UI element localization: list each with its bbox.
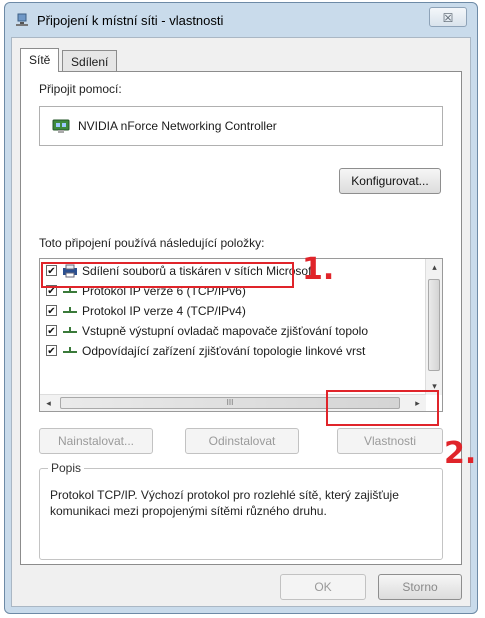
item-checkbox[interactable]: ✔: [46, 305, 57, 317]
network-protocol-icon: [63, 327, 77, 333]
adapter-field: NVIDIA nForce Networking Controller: [39, 106, 443, 146]
connect-using-label: Připojit pomocí:: [39, 82, 122, 96]
window-title: Připojení k místní síti - vlastnosti: [37, 13, 224, 28]
network-connection-icon: [16, 13, 28, 26]
items-label: Toto připojení používá následující polož…: [39, 236, 265, 250]
scroll-up-icon[interactable]: ▴: [426, 259, 442, 276]
network-protocol-icon: [63, 347, 77, 353]
description-legend: Popis: [48, 461, 85, 475]
configure-button[interactable]: Konfigurovat...: [339, 168, 441, 194]
uninstall-button[interactable]: Odinstalovat: [185, 428, 299, 454]
item-checkbox[interactable]: ✔: [46, 325, 57, 337]
ok-button[interactable]: OK: [280, 574, 366, 600]
title-bar[interactable]: Připojení k místní síti - vlastnosti ☒: [5, 3, 477, 37]
list-item[interactable]: ✔ Odpovídající zařízení zjišťování topol…: [40, 341, 424, 361]
step1-label: 1.: [302, 252, 335, 287]
network-protocol-icon: [63, 307, 77, 313]
properties-button[interactable]: Vlastnosti: [337, 428, 443, 454]
dialog-body: Sítě Sdílení Připojit pomocí: NVIDIA nFo…: [11, 37, 471, 607]
network-adapter-icon: [52, 119, 70, 133]
close-button[interactable]: ☒: [429, 7, 467, 27]
adapter-name: NVIDIA nForce Networking Controller: [78, 119, 277, 133]
install-button[interactable]: Nainstalovat...: [39, 428, 153, 454]
list-item-selected[interactable]: ✔ Protokol IP verze 4 (TCP/IPv4): [40, 301, 424, 321]
item-label: Odpovídající zařízení zjišťování topolog…: [82, 344, 366, 358]
scroll-left-icon[interactable]: ◂: [40, 395, 57, 411]
vertical-scrollbar[interactable]: ▴ ▾: [425, 259, 442, 395]
item-checkbox[interactable]: ✔: [46, 345, 57, 357]
step2-highlight: [326, 390, 439, 426]
item-label: Protokol IP verze 4 (TCP/IPv4): [82, 304, 246, 318]
item-label: Vstupně výstupní ovladač mapovače zjišťo…: [82, 324, 369, 338]
vertical-scroll-thumb[interactable]: [428, 279, 440, 371]
tab-site[interactable]: Sítě: [20, 48, 60, 72]
description-group: Popis Protokol TCP/IP. Výchozí protokol …: [39, 461, 443, 560]
properties-dialog: Připojení k místní síti - vlastnosti ☒ S…: [4, 2, 478, 614]
tab-sharing[interactable]: Sdílení: [62, 50, 118, 72]
description-text: Protokol TCP/IP. Výchozí protokol pro ro…: [50, 488, 399, 518]
cancel-button[interactable]: Storno: [378, 574, 462, 600]
step1-highlight: [41, 262, 294, 288]
tab-panel: Připojit pomocí: NVIDIA nForce Networkin…: [20, 71, 462, 565]
step2-label: 2.: [444, 436, 477, 471]
list-item[interactable]: ✔ Vstupně výstupní ovladač mapovače zjiš…: [40, 321, 424, 341]
